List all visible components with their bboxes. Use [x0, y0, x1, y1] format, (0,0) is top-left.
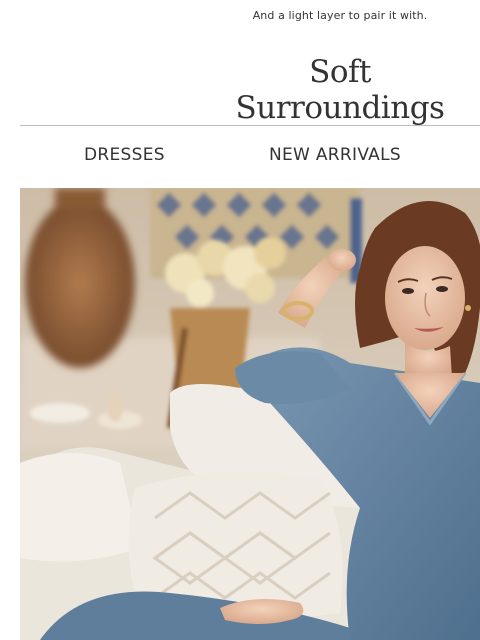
preheader-text: And a light layer to pair it with. [252, 9, 428, 22]
nav-link-dresses[interactable]: DRESSES [84, 145, 165, 165]
brand-logo[interactable]: Soft Surroundings [200, 54, 480, 126]
hero-image[interactable] [20, 188, 480, 640]
hero-illustration [20, 188, 480, 640]
header-divider [20, 125, 480, 126]
nav-link-new-arrivals[interactable]: NEW ARRIVALS [269, 145, 401, 165]
